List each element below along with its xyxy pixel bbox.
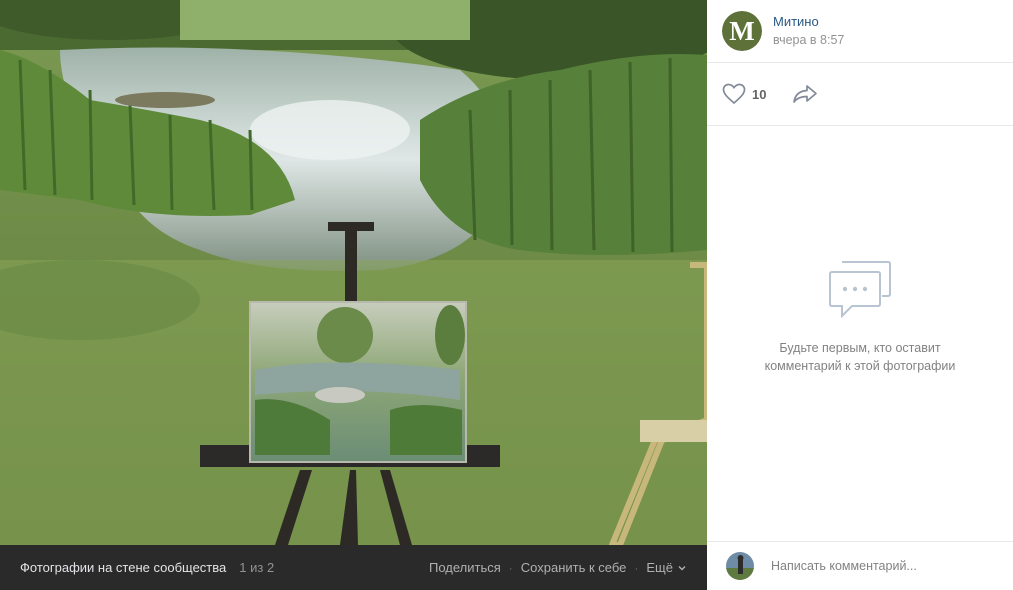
photo-image: [0, 0, 707, 545]
photo-counter: 1 из 2: [239, 560, 275, 575]
comments-empty-state: Будьте первым, кто оставит комментарий к…: [707, 126, 1013, 541]
avatar[interactable]: M: [722, 11, 762, 51]
separator: ·: [634, 560, 639, 575]
share-post-button[interactable]: [792, 84, 818, 104]
photo-viewer: Фотографии на стене сообщества 1 из 2 По…: [0, 0, 1013, 590]
share-arrow-icon: [793, 85, 818, 103]
photo-actions: Поделиться · Сохранить к себе · Ещё: [429, 560, 687, 575]
comment-input[interactable]: Написать комментарий...: [771, 559, 917, 573]
svg-text:M: M: [729, 16, 754, 46]
author-info: Митино вчера в 8:57: [773, 13, 844, 49]
author-name[interactable]: Митино: [773, 13, 844, 30]
post-header: M Митино вчера в 8:57: [707, 0, 1013, 63]
heart-icon: [722, 83, 746, 105]
share-button[interactable]: Поделиться: [429, 560, 501, 575]
more-button[interactable]: Ещё: [646, 560, 687, 575]
user-avatar-icon: [726, 552, 754, 580]
comments-icon: [829, 261, 891, 318]
photo-bottom-bar: Фотографии на стене сообщества 1 из 2 По…: [0, 545, 707, 590]
save-button[interactable]: Сохранить к себе: [521, 560, 627, 575]
post-actions: 10: [707, 63, 1013, 126]
like-count: 10: [752, 86, 767, 102]
comment-bar: Написать комментарий...: [707, 541, 1013, 590]
album-title[interactable]: Фотографии на стене сообщества: [20, 560, 226, 575]
community-logo-icon: M: [722, 11, 762, 51]
chevron-down-icon: [678, 565, 686, 570]
like-button[interactable]: 10: [722, 83, 766, 105]
empty-comments-text: Будьте первым, кто оставит комментарий к…: [764, 341, 956, 373]
side-panel: M Митино вчера в 8:57 10 Будьте первым, …: [707, 0, 1013, 590]
photo[interactable]: [0, 0, 707, 545]
more-label: Ещё: [646, 560, 673, 575]
separator: ·: [508, 560, 513, 575]
user-avatar[interactable]: [726, 552, 754, 580]
post-time[interactable]: вчера в 8:57: [773, 31, 844, 49]
